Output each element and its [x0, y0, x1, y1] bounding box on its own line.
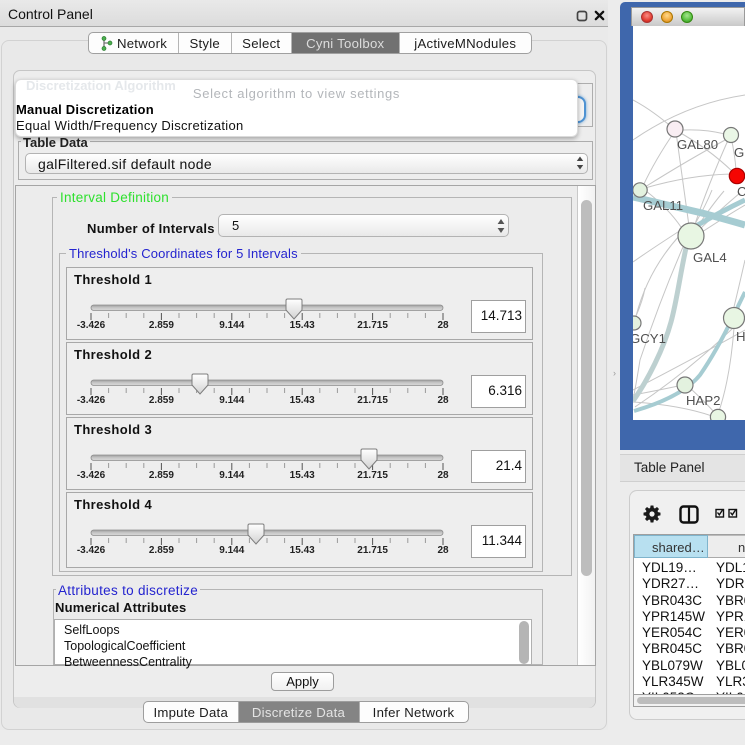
- svg-text:GAL11: GAL11: [643, 198, 683, 213]
- svg-text:HAP2: HAP2: [686, 393, 720, 408]
- svg-text:GAL80: GAL80: [677, 137, 718, 152]
- svg-text:C: C: [737, 184, 745, 199]
- svg-text:H: H: [736, 329, 745, 344]
- svg-text:GCY1: GCY1: [633, 331, 666, 346]
- svg-text:GAL4: GAL4: [693, 250, 727, 265]
- svg-text:G.: G.: [734, 145, 745, 160]
